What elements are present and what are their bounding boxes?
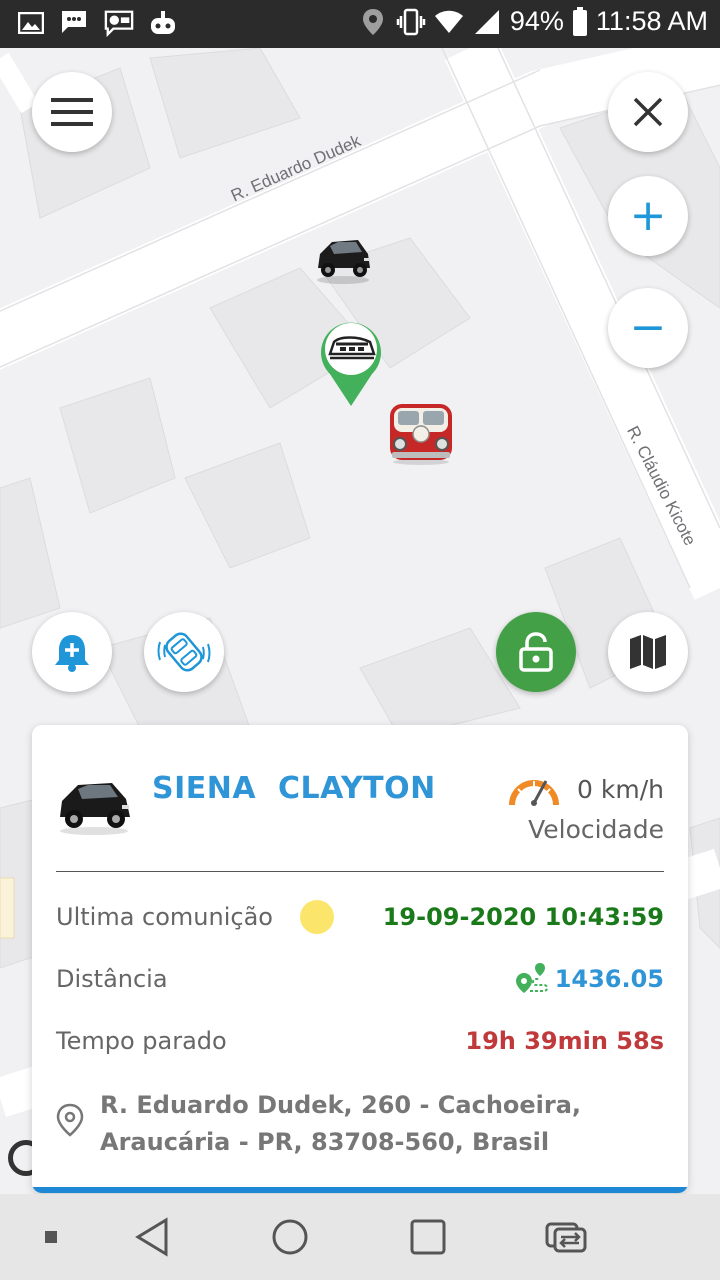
vehicle-photo xyxy=(56,767,134,841)
plus-icon: + xyxy=(629,190,667,241)
navigation-bar xyxy=(0,1194,720,1280)
menu-button[interactable] xyxy=(32,72,112,152)
minus-icon: − xyxy=(629,302,667,353)
add-alert-button[interactable] xyxy=(32,612,112,692)
last-communication-label: Ultima comunição xyxy=(56,903,273,931)
stopped-time-value: 19h 39min 58s xyxy=(465,1027,664,1055)
card-bottom-accent xyxy=(32,1187,688,1193)
card-divider xyxy=(56,871,664,872)
vehicle-track-button[interactable] xyxy=(144,612,224,692)
home-icon[interactable] xyxy=(265,1212,315,1262)
image-icon xyxy=(16,8,46,38)
vibrate-icon xyxy=(396,7,426,37)
last-communication-value: 19-09-2020 10:43:59 xyxy=(382,903,664,931)
map-icon xyxy=(630,635,666,669)
vehicle-name: SIENA CLAYTON xyxy=(152,771,436,806)
status-bar: 94% 11:58 AM xyxy=(0,0,720,48)
close-icon xyxy=(633,97,663,127)
distance-value: 1436.05 xyxy=(554,965,664,993)
zoom-in-button[interactable]: + xyxy=(608,176,688,256)
wifi-icon xyxy=(434,7,464,37)
close-button[interactable] xyxy=(608,72,688,152)
map-type-button[interactable] xyxy=(608,612,688,692)
android-icon xyxy=(148,8,178,38)
back-icon[interactable] xyxy=(127,1212,177,1262)
hamburger-icon xyxy=(51,98,93,126)
van-vehicle-icon[interactable] xyxy=(386,400,456,470)
location-icon xyxy=(358,7,388,37)
stopped-time-label: Tempo parado xyxy=(56,1027,227,1055)
speed-label: Velocidade xyxy=(528,815,664,844)
square-dot-icon[interactable] xyxy=(26,1212,76,1262)
sms-icon xyxy=(60,8,90,38)
vehicle-info-card[interactable]: SIENA CLAYTON 0 km/h Velocidade Ultima c… xyxy=(32,725,688,1193)
location-pin-icon xyxy=(56,1103,84,1141)
distance-label: Distância xyxy=(56,965,168,993)
lg-messages-icon xyxy=(104,8,134,38)
unlock-button[interactable] xyxy=(496,612,576,692)
speed-value: 0 km/h xyxy=(577,775,664,804)
battery-percent: 94% xyxy=(509,6,564,36)
vehicle-address: R. Eduardo Dudek, 260 - Cachoeira, Arauc… xyxy=(100,1091,582,1156)
battery-icon xyxy=(572,6,588,37)
route-distance-icon xyxy=(514,961,550,999)
communication-status-dot xyxy=(300,900,334,934)
car-vehicle-icon[interactable] xyxy=(312,228,374,290)
clock: 11:58 AM xyxy=(595,6,708,36)
speedometer-icon xyxy=(508,773,560,811)
car-signal-icon xyxy=(157,632,211,672)
switch-app-icon[interactable] xyxy=(541,1212,591,1262)
unlocked-padlock-icon xyxy=(519,632,553,672)
recents-icon[interactable] xyxy=(403,1212,453,1262)
train-location-marker[interactable] xyxy=(318,316,384,408)
bell-plus-icon xyxy=(55,635,89,672)
signal-icon xyxy=(472,7,502,37)
zoom-out-button[interactable]: − xyxy=(608,288,688,368)
